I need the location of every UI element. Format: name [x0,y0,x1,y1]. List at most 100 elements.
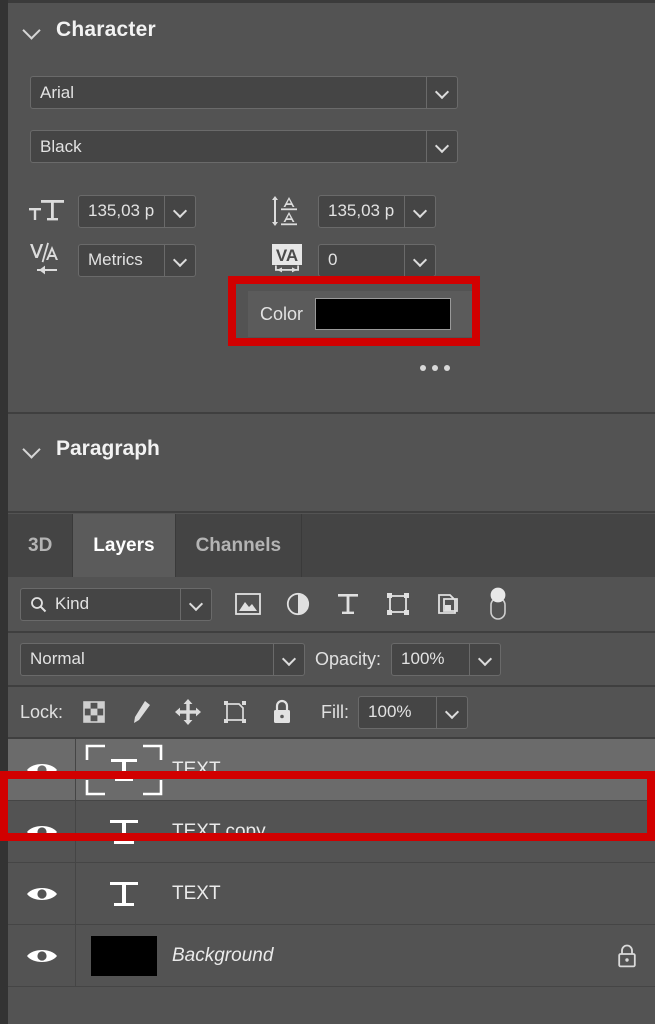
kerning-field[interactable]: Metrics [78,243,196,277]
tab-label: Channels [195,534,282,556]
panel-divider [8,511,655,513]
ellipsis-icon[interactable] [420,365,450,371]
font-size-field[interactable]: 135,03 p [78,194,196,228]
layer-filter-row: Kind [8,577,655,633]
opacity-dropdown-arrow[interactable] [469,643,500,675]
layer-filter-type-icons [234,587,512,620]
character-panel: Character Arial Black 135,03 p 135,03 p … [8,3,655,414]
opacity-label: Opacity: [315,648,382,669]
eye-icon[interactable] [8,801,76,862]
chevron-down-icon[interactable] [22,439,42,459]
character-panel-header[interactable]: Character [8,3,655,57]
tracking-value: 0 [328,250,338,269]
kerning-dropdown-arrow[interactable] [164,244,195,276]
tracking-field[interactable]: 0 [318,243,436,277]
svg-text:VA: VA [276,246,298,265]
layer-filter-dropdown-arrow[interactable] [180,588,211,620]
blend-mode-select[interactable]: Normal [20,642,305,676]
lock-image-pixels-icon[interactable] [128,698,154,726]
font-family-value: Arial [40,82,75,102]
type-layer-filter-icon[interactable] [334,589,362,619]
paragraph-panel-header[interactable]: Paragraph [8,414,655,484]
chevron-down-icon [190,598,203,611]
chevron-down-icon [436,140,449,153]
font-family-dropdown-arrow[interactable] [426,77,457,108]
lock-row: Lock: Fill: 100% [8,687,655,739]
chevron-down-icon [479,653,492,666]
font-style-select[interactable]: Black [30,130,458,163]
chevron-down-icon [436,86,449,99]
layers-panel: Kind Normal Opacity: 100% Lock: Fill: 10… [8,577,655,1024]
tracking-icon: VA [266,241,308,279]
lock-label: Lock: [20,701,64,722]
shape-layer-filter-icon[interactable] [384,589,412,619]
font-style-dropdown-arrow[interactable] [426,131,457,162]
ellipsis-dot [432,365,438,371]
layer-filter-kind-value: Kind [55,594,90,613]
photoshop-panels-screen: Character Arial Black 135,03 p 135,03 p … [0,0,655,1024]
type-layer-selected-thumb[interactable] [76,739,172,800]
fill-value: 100% [368,702,412,721]
layer-name: TEXT [172,758,221,780]
chevron-down-icon [414,205,427,218]
eye-icon[interactable] [8,925,76,986]
layer-name: TEXT copy [172,820,266,842]
tab-label: Layers [93,534,155,556]
lock-artboard-nesting-icon[interactable] [222,698,248,726]
font-size-icon [26,192,68,230]
pixel-layer-filter-icon[interactable] [234,589,262,619]
left-gutter [0,0,8,1024]
table-row[interactable]: TEXT [8,863,655,925]
character-panel-title: Character [56,18,156,41]
tracking-dropdown-arrow[interactable] [404,244,435,276]
tab-layers[interactable]: Layers [73,514,176,577]
table-row[interactable]: TEXT [8,739,655,801]
fill-field[interactable]: 100% [358,695,469,729]
type-layer-thumb[interactable] [76,801,172,862]
ellipsis-dot [444,365,450,371]
lock-position-icon[interactable] [175,698,202,726]
leading-control: 135,03 p [266,192,436,230]
layer-name: TEXT [172,882,221,904]
eye-icon[interactable] [8,739,76,800]
tracking-control: VA 0 [266,241,436,279]
lock-transparent-pixels-icon[interactable] [81,698,107,726]
layer-thumbnail-image [91,935,157,976]
tab-channels[interactable]: Channels [176,514,303,577]
font-style-value: Black [40,136,82,156]
eye-icon[interactable] [8,863,76,924]
fill-dropdown-arrow[interactable] [436,696,467,728]
adjustment-layer-filter-icon[interactable] [284,589,312,619]
lock-icon[interactable] [599,943,655,969]
blend-mode-value: Normal [30,649,85,668]
layer-filter-kind-select[interactable]: Kind [20,587,212,621]
table-row[interactable]: TEXT copy [8,801,655,863]
tab-label: 3D [28,534,53,556]
text-color-swatch[interactable] [315,298,452,330]
filter-toggle-switch[interactable] [484,587,512,620]
lock-all-icon[interactable] [269,698,295,726]
panel-tab-bar: 3D Layers Channels [8,514,655,577]
text-color-control[interactable]: Color [248,291,476,337]
leading-icon [266,192,308,230]
font-family-select[interactable]: Arial [30,76,458,109]
leading-value: 135,03 p [328,201,395,220]
opacity-field[interactable]: 100% [391,642,502,676]
leading-dropdown-arrow[interactable] [404,195,435,227]
search-icon [31,596,47,612]
paragraph-panel-title: Paragraph [56,437,160,460]
smart-object-filter-icon[interactable] [434,589,462,619]
type-layer-thumb[interactable] [76,863,172,924]
black-swatch-thumb[interactable] [76,925,172,986]
blend-mode-dropdown-arrow[interactable] [273,643,304,675]
lock-icon-group [81,698,295,726]
leading-field[interactable]: 135,03 p [318,194,436,228]
chevron-down-icon [414,254,427,267]
table-row[interactable]: Background [8,925,655,987]
kerning-icon [26,241,68,279]
font-size-dropdown-arrow[interactable] [164,195,195,227]
kerning-value: Metrics [88,250,143,269]
tab-3d[interactable]: 3D [8,514,74,577]
font-size-control: 135,03 p [26,192,196,230]
chevron-down-icon[interactable] [22,20,42,40]
